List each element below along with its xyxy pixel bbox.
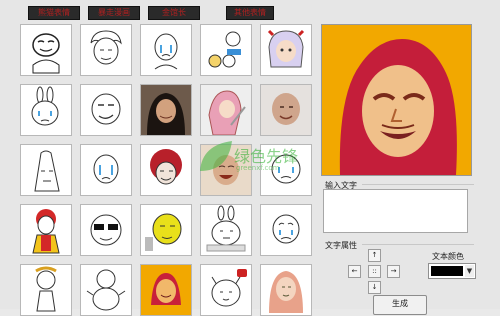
category-tabs: 熊猫表情 暴走漫画 金馆长 其他表情 bbox=[0, 0, 300, 24]
move-down-button[interactable]: ↓ bbox=[368, 281, 381, 294]
teary-face-icon bbox=[93, 154, 119, 184]
emoticon-cell[interactable] bbox=[80, 264, 132, 316]
long-hair-girl-icon bbox=[269, 271, 303, 313]
smirk-face-icon bbox=[91, 93, 121, 125]
color-swatch bbox=[431, 266, 463, 276]
emoticon-cell[interactable] bbox=[80, 84, 132, 136]
bunny-thinking-icon bbox=[206, 205, 246, 252]
yellow-face-icon bbox=[145, 213, 182, 251]
curly-hair-face-icon bbox=[90, 30, 122, 65]
rage-face-icon bbox=[32, 33, 60, 74]
long-hair-man-photo-icon bbox=[141, 85, 191, 135]
emoticon-cell[interactable] bbox=[20, 264, 72, 316]
cartoon-crowd-icon bbox=[208, 31, 241, 68]
emoticon-cell[interactable] bbox=[140, 204, 192, 256]
anime-girl-icon bbox=[267, 29, 305, 68]
move-up-button[interactable]: ↑ bbox=[368, 249, 381, 262]
emoticon-cell[interactable] bbox=[200, 84, 252, 136]
preview-panel bbox=[321, 24, 472, 176]
emoticon-cell[interactable] bbox=[20, 84, 72, 136]
red-afro-face-icon bbox=[150, 149, 182, 185]
emoticon-cell[interactable] bbox=[200, 264, 252, 316]
emoticon-cell[interactable] bbox=[140, 144, 192, 196]
emoticon-cell[interactable] bbox=[200, 24, 252, 76]
emoticon-cell[interactable] bbox=[20, 144, 72, 196]
tab-panda[interactable]: 熊猫表情 bbox=[28, 6, 80, 20]
emoticon-cell[interactable] bbox=[80, 144, 132, 196]
chevron-down-icon: ▼ bbox=[465, 265, 474, 277]
tab-kim[interactable]: 金馆长 bbox=[148, 6, 200, 20]
text-props-label: 文字属性 bbox=[325, 241, 357, 250]
emoticon-cell[interactable] bbox=[260, 204, 312, 256]
text-input[interactable] bbox=[323, 189, 468, 233]
preview-portrait-icon bbox=[322, 25, 471, 175]
clown-icon bbox=[32, 209, 60, 254]
emoticon-cell[interactable] bbox=[260, 24, 312, 76]
tab-rage[interactable]: 暴走漫画 bbox=[88, 6, 140, 20]
tab-other[interactable]: 其他表情 bbox=[226, 6, 274, 20]
bald-man-photo-icon bbox=[261, 85, 311, 135]
move-left-button[interactable]: ← bbox=[348, 265, 361, 278]
emoticon-cell[interactable] bbox=[80, 24, 132, 76]
portrait-face-icon bbox=[141, 265, 191, 315]
emoticon-cell[interactable] bbox=[260, 264, 312, 316]
crying-face-icon bbox=[154, 33, 178, 70]
cat-face-icon bbox=[211, 269, 247, 307]
emoticon-cell[interactable] bbox=[200, 204, 252, 256]
emoticon-cell[interactable] bbox=[140, 264, 192, 316]
emoticon-cell[interactable] bbox=[20, 204, 72, 256]
text-color-select[interactable]: ▼ bbox=[428, 263, 476, 279]
emoticon-cell[interactable] bbox=[260, 84, 312, 136]
app-window: 熊猫表情 暴走漫画 金馆长 其他表情 绿色先锋 greenxf.com 输入文字… bbox=[0, 0, 500, 316]
emoticon-cell[interactable] bbox=[140, 24, 192, 76]
watermark-subtext: greenxf.com bbox=[236, 164, 280, 172]
move-right-button[interactable]: → bbox=[387, 265, 400, 278]
chubby-figure-icon bbox=[86, 269, 126, 311]
long-face-icon bbox=[34, 150, 60, 192]
generate-button[interactable]: 生成 bbox=[373, 295, 427, 315]
emoticon-cell[interactable] bbox=[80, 204, 132, 256]
rabbit-face-icon bbox=[31, 86, 59, 126]
emoticon-cell[interactable] bbox=[20, 24, 72, 76]
leaf-icon bbox=[200, 141, 232, 171]
pink-hair-girl-icon bbox=[201, 85, 251, 135]
worried-face-icon bbox=[272, 214, 300, 244]
emoticon-cell[interactable] bbox=[140, 84, 192, 136]
sunglasses-face-icon bbox=[90, 214, 122, 246]
center-button[interactable]: :: bbox=[368, 265, 381, 278]
group-divider bbox=[362, 184, 474, 185]
text-color-label: 文本颜色 bbox=[432, 252, 464, 261]
small-doll-icon bbox=[35, 266, 57, 312]
group-divider bbox=[362, 244, 474, 245]
